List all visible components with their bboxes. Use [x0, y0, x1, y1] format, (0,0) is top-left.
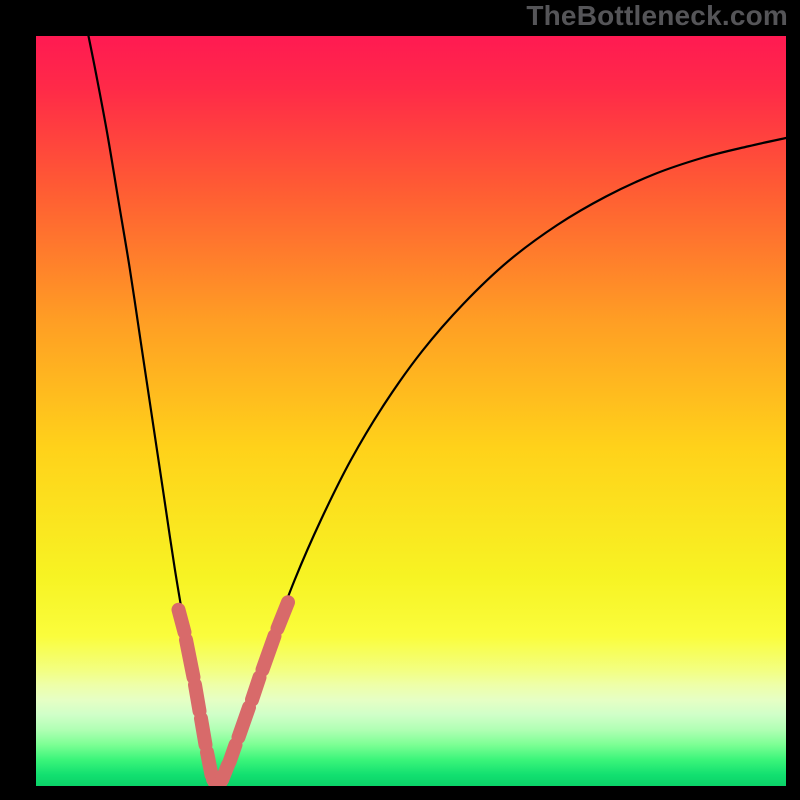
chart-frame: TheBottleneck.com	[0, 0, 800, 800]
gradient-background	[36, 36, 786, 786]
chart-svg	[36, 36, 786, 786]
marker-segment	[195, 685, 200, 711]
watermark-text: TheBottleneck.com	[526, 0, 788, 32]
plot-area	[36, 36, 786, 786]
marker-segment	[252, 677, 260, 700]
marker-segment	[278, 602, 289, 628]
marker-segment	[186, 640, 194, 678]
marker-segment	[239, 707, 250, 737]
marker-segment	[201, 719, 206, 745]
marker-segment	[207, 752, 212, 775]
marker-segment	[230, 745, 236, 762]
marker-segment	[179, 610, 185, 633]
